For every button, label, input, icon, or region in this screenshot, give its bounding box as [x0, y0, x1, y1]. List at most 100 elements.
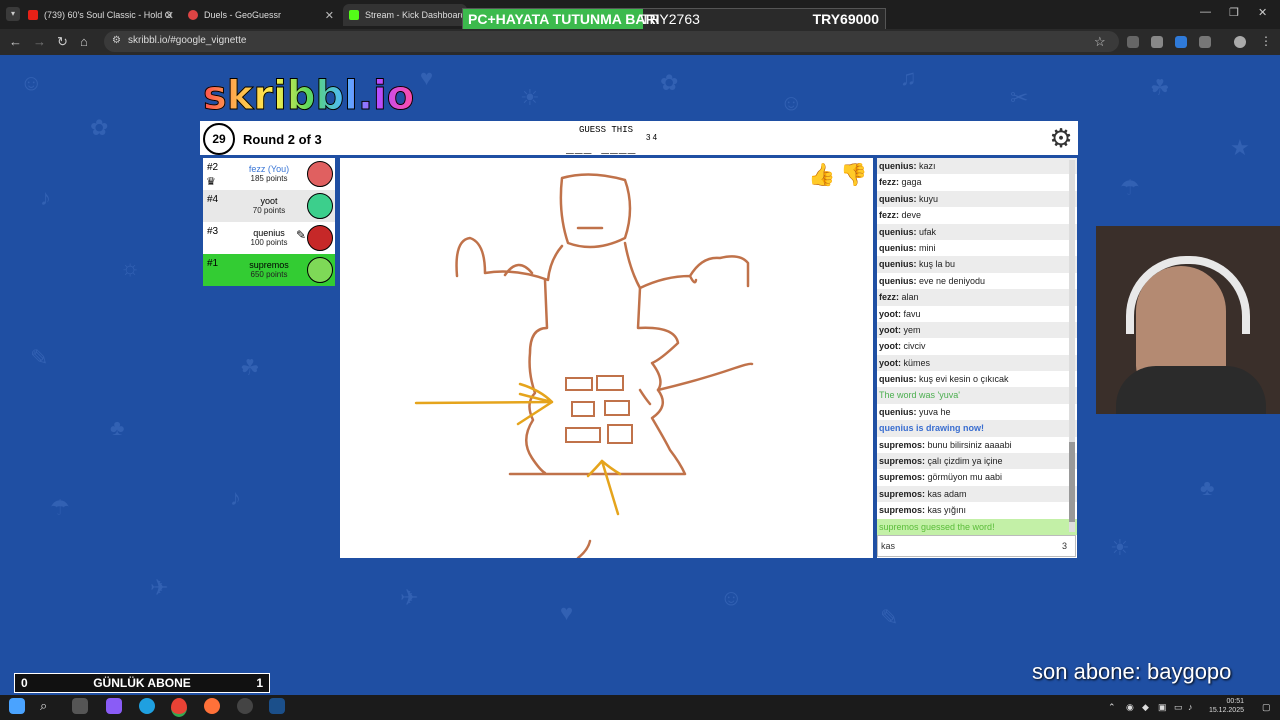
edge-icon[interactable]: [139, 698, 155, 714]
doodle-icon: ♣: [1200, 475, 1215, 500]
steam-icon[interactable]: [269, 698, 285, 714]
maximize-icon[interactable]: ❐: [1229, 6, 1239, 19]
chat-user: yoot:: [879, 324, 901, 335]
doodle-icon: ✈: [150, 575, 169, 600]
url-text[interactable]: skribbl.io/#google_vignette: [128, 35, 246, 46]
back-icon[interactable]: ←: [9, 34, 22, 49]
menu-icon[interactable]: ⋮: [1260, 34, 1272, 48]
task-view-icon[interactable]: [72, 698, 88, 714]
chat-scrollbar-thumb[interactable]: [1069, 442, 1075, 522]
chat-message: yoot: favu: [877, 306, 1077, 322]
tab-title: (739) 60's Soul Classic - Hold O: [44, 10, 172, 20]
tab-youtube[interactable]: (739) 60's Soul Classic - Hold O ✕: [28, 4, 178, 26]
windows-start-icon[interactable]: [9, 698, 25, 714]
extension-icon[interactable]: [1175, 36, 1187, 48]
taskbar-clock[interactable]: 00:51 15.12.2025: [1200, 697, 1244, 715]
drawing-canvas[interactable]: [340, 158, 873, 558]
chat-text: bunu bilirsiniz aaaabi: [925, 439, 1012, 450]
donation-goal-bar: PC+HAYATA TUTUNMA BARI TRY2763 TRY69000: [462, 8, 886, 30]
chat-message: quenius: mini: [877, 240, 1077, 256]
chat-input-count: 3: [1062, 541, 1068, 551]
network-icon[interactable]: ▭: [1174, 702, 1183, 713]
chrome-icon[interactable]: [171, 698, 187, 717]
player-row[interactable]: #1 supremos 650 points: [203, 254, 335, 286]
chat-text: görmüyon mu aabi: [925, 472, 1003, 483]
chat-text: kümes: [901, 357, 931, 368]
tray-icon[interactable]: ◉: [1126, 702, 1134, 713]
puzzle-icon[interactable]: [1199, 36, 1211, 48]
chat-text: ufak: [916, 226, 937, 237]
forward-icon[interactable]: →: [33, 34, 46, 49]
profile-icon[interactable]: [1234, 36, 1246, 48]
chat-message: quenius: kazı: [877, 158, 1077, 175]
chat-user: quenius:: [879, 275, 917, 286]
doodle-icon: ☂: [1120, 175, 1140, 200]
tray-chevron-icon[interactable]: ⌃: [1108, 702, 1116, 713]
goal-target: TRY69000: [812, 11, 879, 27]
tab-geoguessr[interactable]: Duels - GeoGuessr ✕: [188, 4, 338, 26]
obs-icon[interactable]: [237, 698, 253, 714]
brick: [565, 377, 593, 391]
tray-icon[interactable]: ▣: [1158, 702, 1167, 713]
copilot-icon[interactable]: [106, 698, 122, 714]
bookmark-star-icon[interactable]: ☆: [1094, 34, 1106, 50]
volume-icon[interactable]: ♪: [1188, 702, 1193, 712]
shield-icon[interactable]: [1151, 36, 1163, 48]
chat-text: eve ne deniyodu: [916, 275, 986, 286]
thumbs-down-icon[interactable]: 👎: [840, 162, 867, 188]
reload-icon[interactable]: ↻: [57, 34, 68, 50]
clock-time: 00:51: [1226, 698, 1244, 705]
gear-icon[interactable]: ⚙: [1046, 123, 1076, 153]
firefox-icon[interactable]: [204, 698, 220, 714]
clock-date: 15.12.2025: [1208, 707, 1244, 714]
chat-text: çalı çizdim ya içine: [925, 456, 1003, 467]
word-hint-lengths: 3 4: [646, 133, 658, 142]
chat-user: quenius:: [879, 406, 917, 417]
tab-menu-button[interactable]: ▾: [6, 7, 20, 21]
headphones-icon: [1126, 256, 1250, 334]
webcam-shirt: [1116, 366, 1266, 414]
arrow-bottom-line: [600, 459, 620, 516]
chat-text: civciv: [901, 341, 926, 352]
chat-input[interactable]: [877, 535, 1076, 557]
extension-icon[interactable]: [1127, 36, 1139, 48]
chat-user: supremos:: [879, 505, 926, 516]
doodle-icon: ☼: [120, 255, 141, 280]
address-bar[interactable]: [104, 31, 1119, 52]
chat-user: quenius:: [879, 374, 917, 385]
doodle-icon: ✎: [30, 345, 49, 370]
chat-user: yoot:: [879, 308, 901, 319]
player-rank: #2: [207, 162, 219, 173]
tab-kick[interactable]: Stream - Kick Dashboard: [343, 4, 467, 26]
player-row[interactable]: #2 ♛ fezz (You) 185 points: [203, 158, 335, 190]
thumbs-up-icon[interactable]: 👍: [808, 162, 835, 188]
player-row[interactable]: #3 quenius 100 points ✎: [203, 222, 335, 254]
home-icon[interactable]: ⌂: [80, 34, 88, 49]
geoguessr-icon: [188, 10, 198, 20]
doodle-icon: ♣: [110, 415, 125, 440]
chat-text: The word was 'yuva': [879, 390, 960, 401]
doodle-icon: ★: [1230, 135, 1250, 160]
close-icon[interactable]: ✕: [165, 9, 174, 22]
minimize-icon[interactable]: —: [1200, 6, 1211, 18]
chat-input-value[interactable]: kas: [881, 541, 895, 551]
chat-user: supremos:: [879, 488, 926, 499]
chat-message: yoot: yem: [877, 321, 1077, 339]
notification-icon[interactable]: ▢: [1262, 702, 1271, 713]
player-list: #2 ♛ fezz (You) 185 points #4 yoot 70 po…: [203, 158, 335, 286]
chat-user: quenius:: [879, 226, 917, 237]
sub-label: GÜNLÜK ABONE: [93, 676, 191, 690]
word-hint: ___ ____: [566, 141, 637, 156]
player-name: fezz (You): [248, 164, 290, 174]
site-info-icon[interactable]: ⚙: [112, 35, 121, 46]
doodle-icon: ✈: [400, 585, 419, 610]
close-window-icon[interactable]: ✕: [1258, 6, 1267, 19]
player-row[interactable]: #4 yoot 70 points: [203, 190, 335, 222]
search-icon[interactable]: ⌕: [40, 698, 56, 714]
taskbar: [0, 695, 1280, 720]
drawing-head: [559, 173, 632, 249]
chat-message: fezz: alan: [877, 289, 1077, 306]
close-icon[interactable]: ✕: [325, 9, 334, 22]
tray-icon[interactable]: ◆: [1142, 702, 1149, 713]
brick: [604, 400, 630, 416]
